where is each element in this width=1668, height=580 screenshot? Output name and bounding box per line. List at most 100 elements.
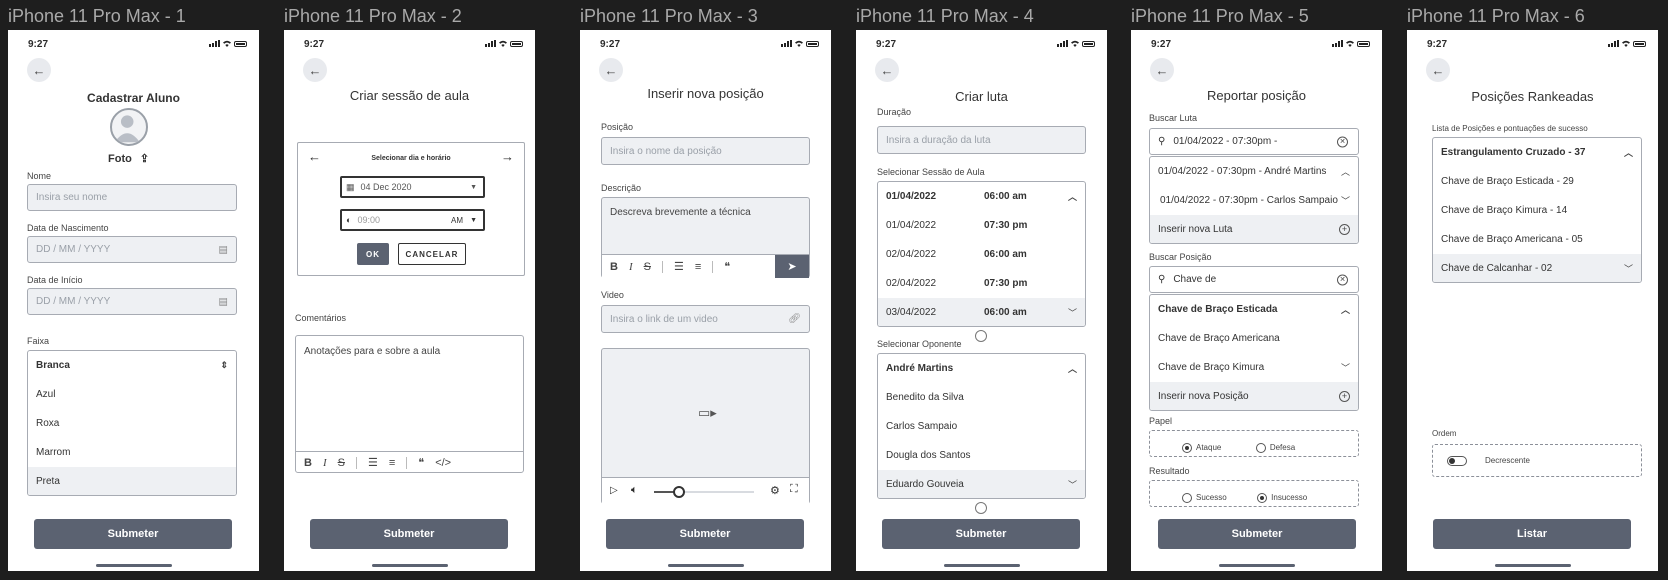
arrow-right-icon[interactable]: →	[501, 149, 514, 164]
clear-icon[interactable]: ✕	[1337, 274, 1348, 285]
name-input[interactable]: Insira seu nome	[27, 184, 237, 211]
duration-input[interactable]: Insira a duração da luta	[877, 126, 1086, 154]
submit-button[interactable]: Submeter	[606, 519, 804, 549]
list-item[interactable]: 02/04/2022 07:30 pm	[878, 269, 1085, 298]
position-input[interactable]: Insira o nome da posição	[601, 137, 810, 165]
cancel-button[interactable]: CANCELAR	[398, 243, 466, 265]
back-button[interactable]: ←	[599, 58, 623, 82]
avatar[interactable]	[110, 108, 148, 146]
submit-button[interactable]: Submeter	[34, 519, 232, 549]
order-toggle-group[interactable]: Decrescente	[1432, 444, 1642, 477]
list-item[interactable]: Eduardo Gouveia ﹀	[878, 470, 1085, 498]
list-item[interactable]: Roxa	[28, 409, 236, 438]
video-link-input[interactable]: Insira o link de um video 🔗︎	[601, 305, 810, 333]
list-item[interactable]: Marrom	[28, 438, 236, 467]
start-date-input[interactable]: DD / MM / YYYY ▤	[27, 288, 237, 315]
strikethrough-icon[interactable]: S	[644, 261, 651, 273]
role-attack-radio[interactable]: Ataque	[1182, 439, 1221, 456]
new-fight-item[interactable]: Inserir nova Luta +	[1150, 215, 1358, 243]
back-button[interactable]: ←	[27, 58, 51, 82]
submit-button[interactable]: Submeter	[310, 519, 508, 549]
numbered-list-icon[interactable]: ≡	[695, 261, 701, 273]
calendar-icon[interactable]: ▤	[219, 296, 228, 307]
quote-icon[interactable]: ❝	[724, 260, 730, 273]
belt-select-list[interactable]: Branca ⇕ Azul Roxa Marrom Preta	[27, 350, 237, 496]
role-defense-radio[interactable]: Defesa	[1255, 439, 1295, 456]
bullet-list-icon[interactable]: ☰	[674, 260, 684, 273]
back-button[interactable]: ←	[875, 58, 899, 82]
resize-handle[interactable]	[975, 502, 987, 514]
list-item[interactable]: André Martins ︿	[878, 354, 1085, 383]
photo-upload[interactable]: Foto ⇪	[108, 152, 149, 166]
submit-button[interactable]: Submeter	[1158, 519, 1356, 549]
video-progress-track[interactable]	[654, 486, 754, 498]
italic-icon[interactable]: I	[629, 261, 633, 273]
video-progress-knob[interactable]	[673, 486, 685, 498]
resize-handle[interactable]	[975, 330, 987, 342]
list-item[interactable]: Preta	[28, 467, 236, 495]
italic-icon[interactable]: I	[323, 457, 327, 469]
play-icon[interactable]: ▷	[610, 485, 618, 496]
result-fail-radio[interactable]: Insucesso	[1257, 489, 1307, 506]
back-button[interactable]: ←	[1150, 58, 1174, 82]
list-item[interactable]: 01/04/2022 06:00 am ︿	[878, 182, 1085, 211]
bullet-list-icon[interactable]: ☰	[368, 456, 378, 469]
strikethrough-icon[interactable]: S	[338, 457, 345, 469]
toggle-switch[interactable]	[1447, 455, 1467, 466]
list-button[interactable]: Listar	[1433, 519, 1631, 549]
list-item[interactable]: Chave de Braço Esticada ︿	[1150, 295, 1358, 324]
list-item[interactable]: Chave de Calcanhar - 02 ﹀	[1433, 254, 1641, 282]
time-select[interactable]: ◐ 09:00 AM ▼	[340, 209, 485, 231]
fullscreen-icon[interactable]: ⛶	[790, 483, 798, 496]
code-icon[interactable]: </>	[435, 457, 451, 469]
date-select[interactable]: ▦ 04 Dec 2020 ▼	[340, 176, 485, 198]
volume-icon[interactable]: 🔈︎	[631, 484, 638, 497]
list-item[interactable]: Chave de Braço Americana - 05	[1433, 225, 1641, 254]
fight-search-input[interactable]: ⚲ 01/04/2022 - 07:30pm - ✕	[1149, 128, 1359, 155]
list-item[interactable]: 01/04/2022 - 07:30pm - Carlos Sampaio ﹀	[1150, 186, 1358, 215]
list-item[interactable]: Carlos Sampaio	[878, 412, 1085, 441]
list-item[interactable]: Estrangulamento Cruzado - 37 ︿	[1433, 138, 1641, 167]
time-value: 09:00	[357, 215, 380, 225]
birth-date-input[interactable]: DD / MM / YYYY ▤	[27, 236, 237, 263]
description-textarea[interactable]: Descreva brevemente a técnica B I S ☰ ≡ ❝ ➤	[601, 197, 810, 278]
result-success-radio[interactable]: Sucesso	[1182, 489, 1227, 506]
back-button[interactable]: ←	[1426, 58, 1450, 82]
settings-icon[interactable]: ⚙	[770, 484, 780, 497]
list-item[interactable]: 03/04/2022 06:00 am ﹀	[878, 298, 1085, 326]
list-item[interactable]: Chave de Braço Kimura - 14	[1433, 196, 1641, 225]
ok-button[interactable]: OK	[357, 243, 389, 265]
list-item[interactable]: 02/04/2022 06:00 am	[878, 240, 1085, 269]
bold-icon[interactable]: B	[304, 457, 312, 469]
position-results-list[interactable]: Chave de Braço Esticada ︿ Chave de Braço …	[1149, 294, 1359, 411]
plus-icon: +	[1339, 391, 1350, 402]
numbered-list-icon[interactable]: ≡	[389, 457, 395, 469]
list-item[interactable]: Chave de Braço Kimura ﹀	[1150, 353, 1358, 382]
submit-button[interactable]: Submeter	[882, 519, 1080, 549]
link-icon[interactable]: 🔗︎	[788, 314, 801, 325]
video-player[interactable]: ▭▸ ▷ 🔈︎ ⚙ ⛶	[601, 348, 810, 504]
list-item[interactable]: Chave de Braço Esticada - 29	[1433, 167, 1641, 196]
new-position-item[interactable]: Inserir nova Posição +	[1150, 382, 1358, 410]
send-icon[interactable]: ➤	[775, 255, 809, 278]
list-item[interactable]: Dougla dos Santos	[878, 441, 1085, 470]
position-search-input[interactable]: ⚲ Chave de ✕	[1149, 266, 1359, 293]
list-item[interactable]: 01/04/2022 07:30 pm	[878, 211, 1085, 240]
list-item[interactable]: Benedito da Silva	[878, 383, 1085, 412]
back-button[interactable]: ←	[303, 58, 327, 82]
list-item[interactable]: 01/04/2022 - 07:30pm - André Martins ︿	[1150, 157, 1358, 186]
session-select-list[interactable]: 01/04/2022 06:00 am ︿ 01/04/2022 07:30 pm 0…	[877, 181, 1086, 327]
photo-label: Foto	[108, 152, 132, 165]
search-icon: ⚲	[1158, 274, 1166, 285]
opponent-select-list[interactable]: André Martins ︿ Benedito da Silva Carlos …	[877, 353, 1086, 499]
list-item[interactable]: Azul	[28, 380, 236, 409]
clear-icon[interactable]: ✕	[1337, 136, 1348, 147]
list-item[interactable]: Chave de Braço Americana	[1150, 324, 1358, 353]
ranking-list[interactable]: Estrangulamento Cruzado - 37 ︿ Chave de B…	[1432, 137, 1642, 283]
fight-results-list[interactable]: 01/04/2022 - 07:30pm - André Martins ︿ 01…	[1149, 156, 1359, 244]
calendar-icon[interactable]: ▤	[219, 244, 228, 255]
bold-icon[interactable]: B	[610, 261, 618, 273]
quote-icon[interactable]: ❝	[418, 456, 424, 469]
comments-textarea[interactable]: Anotações para e sobre a aula B I S ☰ ≡ ❝ </>	[295, 335, 524, 473]
list-item[interactable]: Branca ⇕	[28, 351, 236, 380]
